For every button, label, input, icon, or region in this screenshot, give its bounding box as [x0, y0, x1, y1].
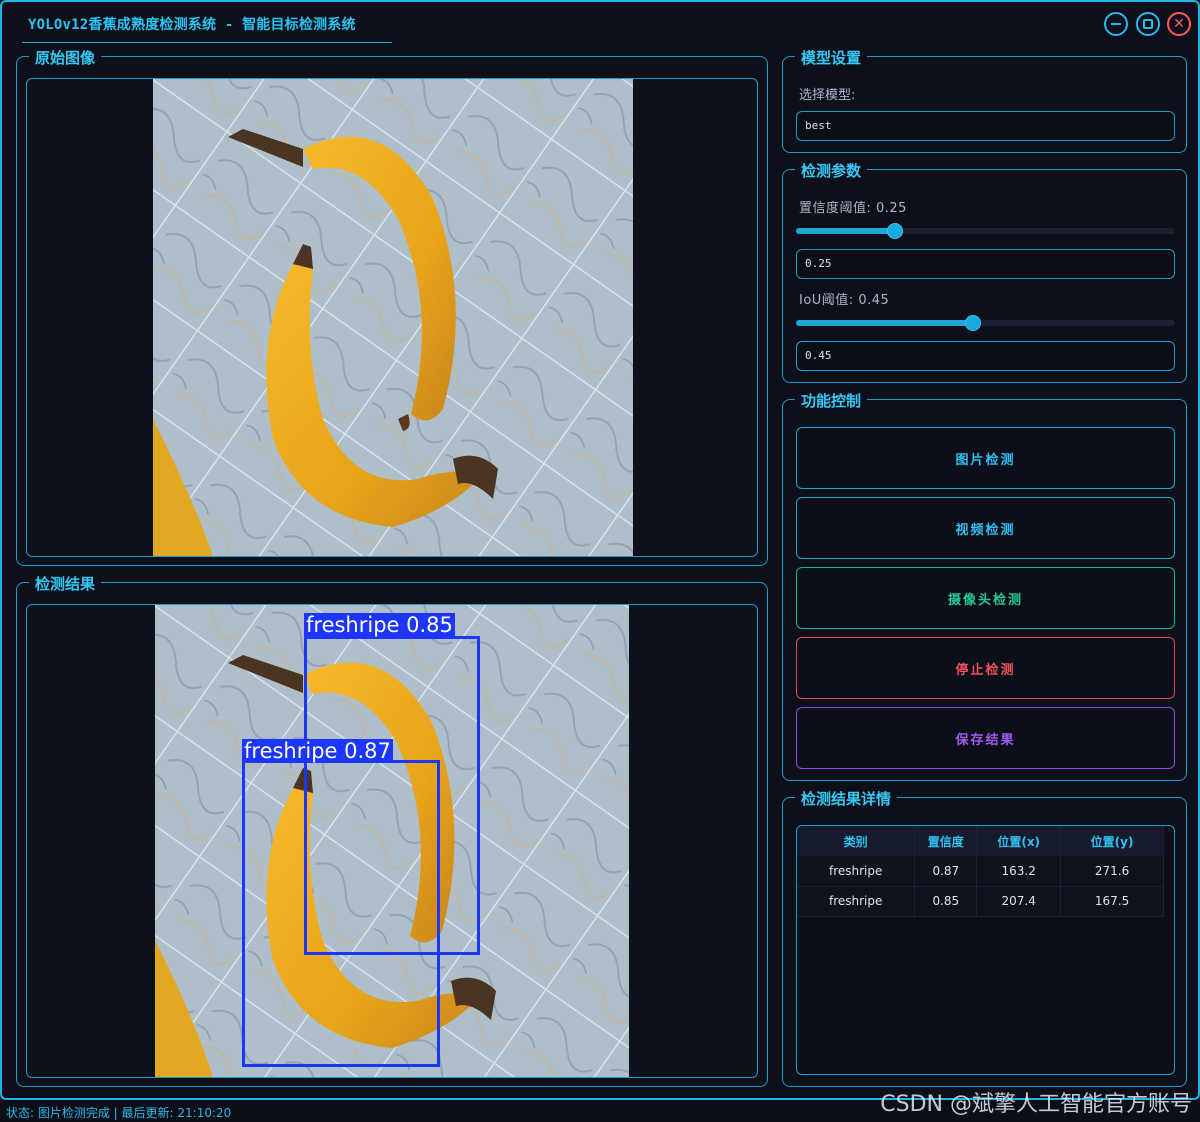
video-detect-button[interactable]: 视频检测 — [796, 497, 1175, 559]
stop-detect-button[interactable]: 停止检测 — [796, 637, 1175, 699]
result-panel-title: 检测结果 — [29, 573, 102, 594]
iou-slider-fill — [796, 320, 974, 326]
close-icon: ✕ — [1173, 16, 1185, 32]
watermark: CSDN @斌擎人工智能官方账号 — [880, 1092, 1192, 1117]
detection-box-2 — [242, 760, 440, 1067]
original-image-frame — [26, 78, 758, 557]
cell-confidence: 0.85 — [914, 886, 978, 917]
camera-detect-button[interactable]: 摄像头检测 — [796, 567, 1175, 629]
cell-x: 163.2 — [976, 856, 1062, 887]
app-window: YOLOv12香蕉成熟度检测系统 - 智能目标检测系统 ✕ 原始图像 检测结果 — [0, 0, 1200, 1100]
iou-input[interactable]: 0.45 — [796, 341, 1175, 371]
detection-label-2: freshripe 0.87 — [242, 739, 393, 763]
model-select-label: 选择模型: — [799, 88, 856, 103]
model-select[interactable]: best — [796, 111, 1175, 141]
iou-slider[interactable] — [796, 315, 1175, 331]
cell-y: 271.6 — [1060, 856, 1164, 887]
save-result-button[interactable]: 保存结果 — [796, 707, 1175, 769]
column-header-y[interactable]: 位置(y) — [1060, 826, 1164, 856]
table-header-row: 类别 置信度 位置(x) 位置(y) — [797, 826, 1164, 856]
table-row[interactable]: freshripe 0.85 207.4 167.5 — [797, 886, 1164, 917]
cell-x: 207.4 — [976, 886, 1062, 917]
results-table-title: 检测结果详情 — [795, 788, 898, 809]
image-detect-button[interactable]: 图片检测 — [796, 427, 1175, 489]
status-text: 状态: 图片检测完成 | 最后更新: 21:10:20 — [6, 1106, 232, 1120]
window-title: YOLOv12香蕉成熟度检测系统 - 智能目标检测系统 — [28, 17, 356, 33]
cell-confidence: 0.87 — [914, 856, 978, 887]
cell-y: 167.5 — [1060, 886, 1164, 917]
original-image — [153, 79, 633, 556]
confidence-label: 置信度阈值: 0.25 — [799, 201, 907, 216]
title-bar[interactable]: YOLOv12香蕉成熟度检测系统 - 智能目标检测系统 ✕ — [2, 2, 1198, 43]
controls-title: 功能控制 — [795, 390, 868, 411]
close-button[interactable]: ✕ — [1167, 12, 1191, 36]
minimize-icon — [1111, 23, 1121, 25]
original-panel-title: 原始图像 — [29, 47, 102, 68]
column-header-x[interactable]: 位置(x) — [976, 826, 1062, 856]
maximize-button[interactable] — [1136, 12, 1160, 36]
table-row[interactable]: freshripe 0.87 163.2 271.6 — [797, 856, 1164, 887]
model-settings-title: 模型设置 — [795, 47, 868, 68]
results-table[interactable]: 类别 置信度 位置(x) 位置(y) freshripe 0.87 163.2 … — [796, 825, 1175, 1075]
detect-params-title: 检测参数 — [795, 160, 868, 181]
maximize-icon — [1143, 19, 1153, 29]
confidence-slider-handle[interactable] — [886, 223, 903, 239]
confidence-slider-fill — [796, 228, 895, 234]
detection-label-1: freshripe 0.85 — [304, 613, 455, 637]
original-image-panel: 原始图像 — [16, 47, 768, 566]
cell-class: freshripe — [797, 886, 916, 917]
confidence-input[interactable]: 0.25 — [796, 249, 1175, 279]
result-image-panel: 检测结果 freshripe 0.85 freshripe 0.87 — [16, 573, 768, 1087]
title-underline — [22, 42, 392, 43]
confidence-slider[interactable] — [796, 223, 1175, 239]
minimize-button[interactable] — [1104, 12, 1128, 36]
cell-class: freshripe — [797, 856, 916, 887]
column-header-confidence[interactable]: 置信度 — [914, 826, 978, 856]
column-header-class[interactable]: 类别 — [797, 826, 916, 856]
iou-label: IoU阈值: 0.45 — [799, 293, 890, 308]
result-image-frame: freshripe 0.85 freshripe 0.87 — [26, 604, 758, 1078]
